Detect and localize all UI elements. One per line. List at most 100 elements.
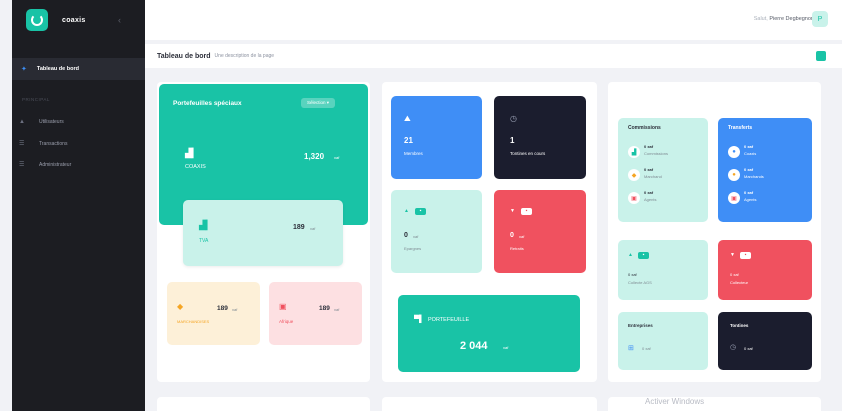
collect-card[interactable]: ▲ ▪ 0 xaf Collecte AGS [618,240,708,300]
members-label: Membres [404,151,423,156]
collector-badge-icon: ▪ [740,252,751,259]
africa-card: ▣ Afrique 189 xaf [269,282,362,345]
sidebar-item-label: Transactions [39,140,68,147]
members-value: 21 [404,136,413,145]
clock-icon: ◷ [730,344,737,351]
tontines-value: 1 [510,136,515,145]
debts-value: 0 [510,232,514,239]
portfolio-panel: Portefeuilles spéciaux Sélection ▾ ▟▎ CO… [157,82,370,382]
entities-title: Entreprises [628,323,653,328]
tva-value: 189 [293,224,305,231]
wallet-card[interactable]: ▀▌ PORTEFEUILLE 2 044 xaf [398,295,580,372]
wallet-icon: ▀▌ [414,316,424,323]
collect-label: Collecte AGS [628,280,652,285]
mail-icon: ▣ [628,192,640,204]
commission-amount: 0 xaf [644,144,654,149]
merchandise-unit: xaf [232,307,238,312]
portfolio-main-unit: xaf [334,155,340,160]
sidebar-item-dashboard[interactable]: ✦ Tableau de bord [12,58,145,80]
grid-icon: ⊞ [628,345,634,352]
logo-icon[interactable] [26,9,48,31]
wallet-unit: xaf [503,345,509,350]
entities-value: 0 xaf [642,346,651,351]
wallet-value: 2 044 [460,340,488,352]
tva-card: ▟▎ TVA 189 xaf [183,200,343,266]
breadcrumb: Tableau de bord Une description de la pa… [145,44,842,68]
debts-card[interactable]: ▼ ▪ 0 xaf Retraits [494,190,586,273]
members-icon: ⛰ [404,114,411,123]
transfers-card[interactable]: Transferts ● 0 xaf Coaxis ● 0 xaf Marcha… [718,118,812,222]
user-name: Pierre Degbegnon [769,16,814,22]
transfer-amount: 0 xaf [744,190,754,195]
portfolio-title: Portefeuilles spéciaux [173,100,242,107]
entities-card[interactable]: Entreprises ⊞ 0 xaf [618,312,708,370]
user-icon: ● [728,146,740,158]
portfolio-filter-select[interactable]: Sélection ▾ [301,98,336,108]
coin-icon: ● [728,169,740,181]
tontines-card[interactable]: ◷ 1 Tontines en cours [494,96,586,179]
merchandise-card: ◆ MARCHANDISES 189 xaf [167,282,260,345]
wallet-label: PORTEFEUILLE [428,317,470,323]
chart-icon: ▟ [628,146,640,158]
diamond-icon: ◆ [628,169,640,181]
page-title: Tableau de bord [157,52,211,60]
clock-icon: ◷ [510,114,517,123]
commissions-card[interactable]: Commissions ▟ 0 xaf Commissions ◆ 0 xaf … [618,118,708,222]
sidebar-item-admin[interactable]: ☰ Administrateur [19,161,72,169]
africa-unit: xaf [334,307,340,312]
savings-card[interactable]: ▲ ▪ 0 xaf Epargnes [391,190,482,273]
diamond-icon: ◆ [177,302,184,311]
africa-value: 189 [319,305,330,312]
greeting-text: Salut, [753,16,768,22]
user-menu[interactable]: Salut, Pierre Degbegnon [754,16,814,22]
tva-label: TVA [199,238,209,244]
page-subtitle: Une description de la page [214,53,275,59]
commissions-title: Commissions [628,125,661,131]
mail-icon: ▣ [728,192,740,204]
collect-badge-icon: ▪ [638,252,649,259]
savings-label: Epargnes [404,246,422,251]
transfer-label: Coaxis [744,151,757,156]
collector-label: Collecteur [730,280,749,285]
merchandise-label: MARCHANDISES [177,319,210,324]
transfer-amount: 0 xaf [744,144,754,149]
stats-panel: ⛰ 21 Membres ◷ 1 Tontines en cours ▲ ▪ 0… [382,82,597,382]
sidebar-item-label: Tableau de bord [36,66,79,72]
collapse-icon[interactable]: ‹ [118,15,121,25]
savings-value: 0 [404,232,408,239]
merchandise-value: 189 [217,305,228,312]
commission-label: Commissions [644,151,669,156]
page-action-button[interactable] [816,51,826,61]
tontines-label: Tontines en cours [510,151,546,156]
sidebar-item-transactions[interactable]: ☰ Transactions [19,140,68,148]
commission-label: Marchand [644,174,662,179]
debts-label: Retraits [510,246,524,251]
topbar: Salut, Pierre Degbegnon P [145,0,842,40]
savings-badge-icon: ▪ [415,208,426,215]
list-icon: ☰ [19,141,25,147]
chart-icon: ▟▎ [185,148,199,158]
chart-icon: ▟▎ [199,220,213,230]
debts-badge-icon: ▪ [521,208,532,215]
sidebar-item-users[interactable]: ▲ Utilisateurs [19,119,64,125]
commission-label: Agents [644,197,657,202]
sidebar: coaxis ‹ ✦ Tableau de bord PRINCIPAL ▲ U… [12,0,145,411]
bottom-panel-left [157,397,370,411]
sidebar-item-label: Administrateur [39,161,72,168]
windows-activation-watermark: Activer Windows [645,397,705,406]
collector-card[interactable]: ▼ ▪ 0 xaf Collecteur [718,240,812,300]
mail-icon: ▣ [279,302,287,311]
avatar[interactable]: P [812,11,828,27]
users-icon: ▲ [19,119,25,125]
overview-panel: Commissions ▟ 0 xaf Commissions ◆ 0 xaf … [608,82,821,382]
collector-value: 0 xaf [730,272,739,277]
bottom-panel-middle [382,397,597,411]
savings-unit: xaf [413,234,419,239]
trend-down-icon: ▼ [510,208,515,214]
members-card[interactable]: ⛰ 21 Membres [391,96,482,179]
portfolio-main-label: COAXIS [185,164,206,170]
transfer-label: Agents [744,197,757,202]
commission-amount: 0 xaf [644,167,654,172]
tontines-summary-card[interactable]: Tontines ◷ 0 xaf [718,312,812,370]
africa-label: Afrique [279,319,294,324]
